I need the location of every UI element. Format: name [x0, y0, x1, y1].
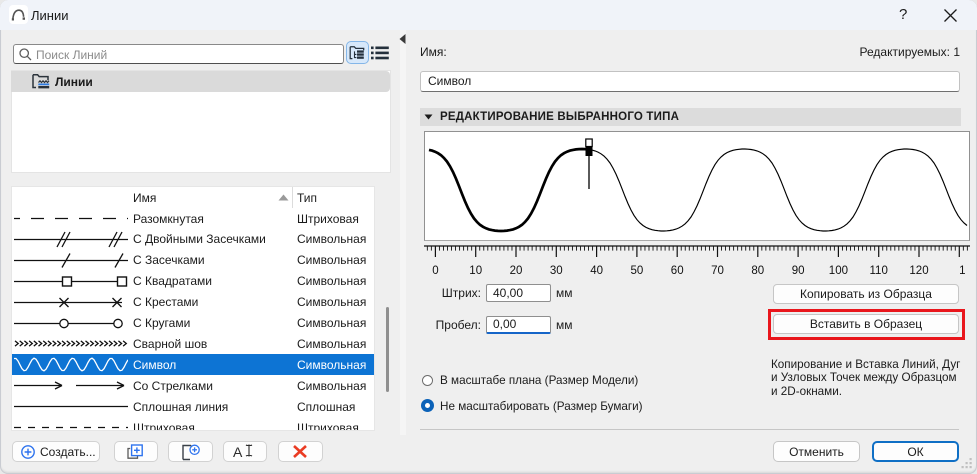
svg-text:40: 40 [590, 265, 603, 277]
svg-text:60: 60 [671, 265, 684, 277]
svg-text:120: 120 [909, 265, 928, 277]
svg-text:100: 100 [829, 265, 848, 277]
svg-text:90: 90 [792, 265, 805, 277]
svg-text:70: 70 [711, 265, 724, 277]
svg-text:80: 80 [751, 265, 764, 277]
svg-text:110: 110 [870, 265, 888, 277]
svg-text:0: 0 [432, 265, 438, 277]
svg-text:1: 1 [959, 265, 965, 277]
svg-text:20: 20 [510, 265, 523, 277]
svg-text:10: 10 [469, 265, 482, 277]
svg-text:50: 50 [631, 265, 644, 277]
svg-text:30: 30 [550, 265, 563, 277]
